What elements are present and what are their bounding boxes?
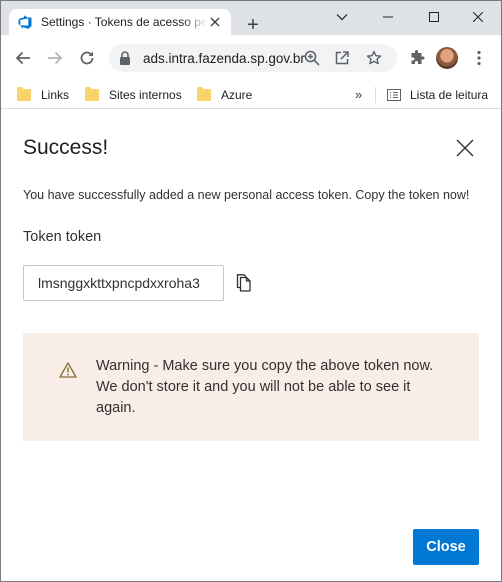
address-bar[interactable]: ads.intra.fazenda.sp.gov.br xyxy=(109,44,397,72)
zoom-icon[interactable] xyxy=(303,49,321,67)
token-name: Token token xyxy=(23,229,102,245)
bookmarks-bar: Links Sites internos Azure » Lista de le… xyxy=(1,81,501,109)
bookmark-label: Links xyxy=(41,88,70,102)
reading-list-label: Lista de leitura xyxy=(410,88,489,102)
close-icon[interactable] xyxy=(455,1,501,33)
reload-icon[interactable] xyxy=(75,46,99,70)
warning-text: Warning - Make sure you copy the above t… xyxy=(96,358,434,416)
divider xyxy=(375,87,376,103)
minimize-icon[interactable] xyxy=(365,1,411,33)
azure-devops-icon xyxy=(17,14,33,30)
browser-toolbar: ads.intra.fazenda.sp.gov.br xyxy=(1,35,501,81)
tab-strip: Settings · Tokens de acesso pessoal + xyxy=(1,1,501,37)
reading-list-button[interactable]: Lista de leitura xyxy=(387,85,488,105)
close-icon[interactable] xyxy=(454,137,476,159)
close-button[interactable]: Close xyxy=(413,529,479,565)
warning-icon xyxy=(59,362,77,378)
browser-window: Settings · Tokens de acesso pessoal + xyxy=(0,0,502,582)
reading-list-icon xyxy=(387,89,401,101)
dialog-title: Success! xyxy=(23,136,109,159)
tab-title: Settings · Tokens de acesso pessoal xyxy=(41,15,207,29)
warning-banner: Warning - Make sure you copy the above t… xyxy=(23,333,479,441)
bookmark-label: Azure xyxy=(221,88,253,102)
bookmark-label: Sites internos xyxy=(109,88,182,102)
token-value-field[interactable] xyxy=(23,265,224,301)
success-message: You have successfully added a new person… xyxy=(23,188,470,202)
star-icon[interactable] xyxy=(365,49,383,67)
url-text: ads.intra.fazenda.sp.gov.br xyxy=(143,50,305,66)
avatar[interactable] xyxy=(436,47,458,69)
menu-icon[interactable] xyxy=(467,46,491,70)
folder-icon xyxy=(85,87,99,101)
back-icon[interactable] xyxy=(11,46,35,70)
share-icon[interactable] xyxy=(333,49,351,67)
folder-icon xyxy=(197,87,211,101)
bookmarks-overflow-button[interactable]: » xyxy=(355,87,362,102)
forward-icon[interactable] xyxy=(43,46,67,70)
success-dialog: Success! You have successfully added a n… xyxy=(1,110,501,581)
folder-icon xyxy=(17,87,31,101)
chevron-down-icon[interactable] xyxy=(319,1,365,33)
bookmark-azure[interactable]: Azure xyxy=(197,85,252,105)
bookmark-sites-internos[interactable]: Sites internos xyxy=(85,85,182,105)
browser-tab[interactable]: Settings · Tokens de acesso pessoal xyxy=(9,9,231,35)
tab-close-icon[interactable] xyxy=(207,14,223,30)
copy-icon[interactable] xyxy=(234,273,254,293)
extensions-icon[interactable] xyxy=(405,46,429,70)
bookmark-links[interactable]: Links xyxy=(17,85,69,105)
maximize-icon[interactable] xyxy=(411,1,457,33)
lock-icon[interactable] xyxy=(119,51,133,65)
new-tab-button[interactable]: + xyxy=(241,13,265,37)
